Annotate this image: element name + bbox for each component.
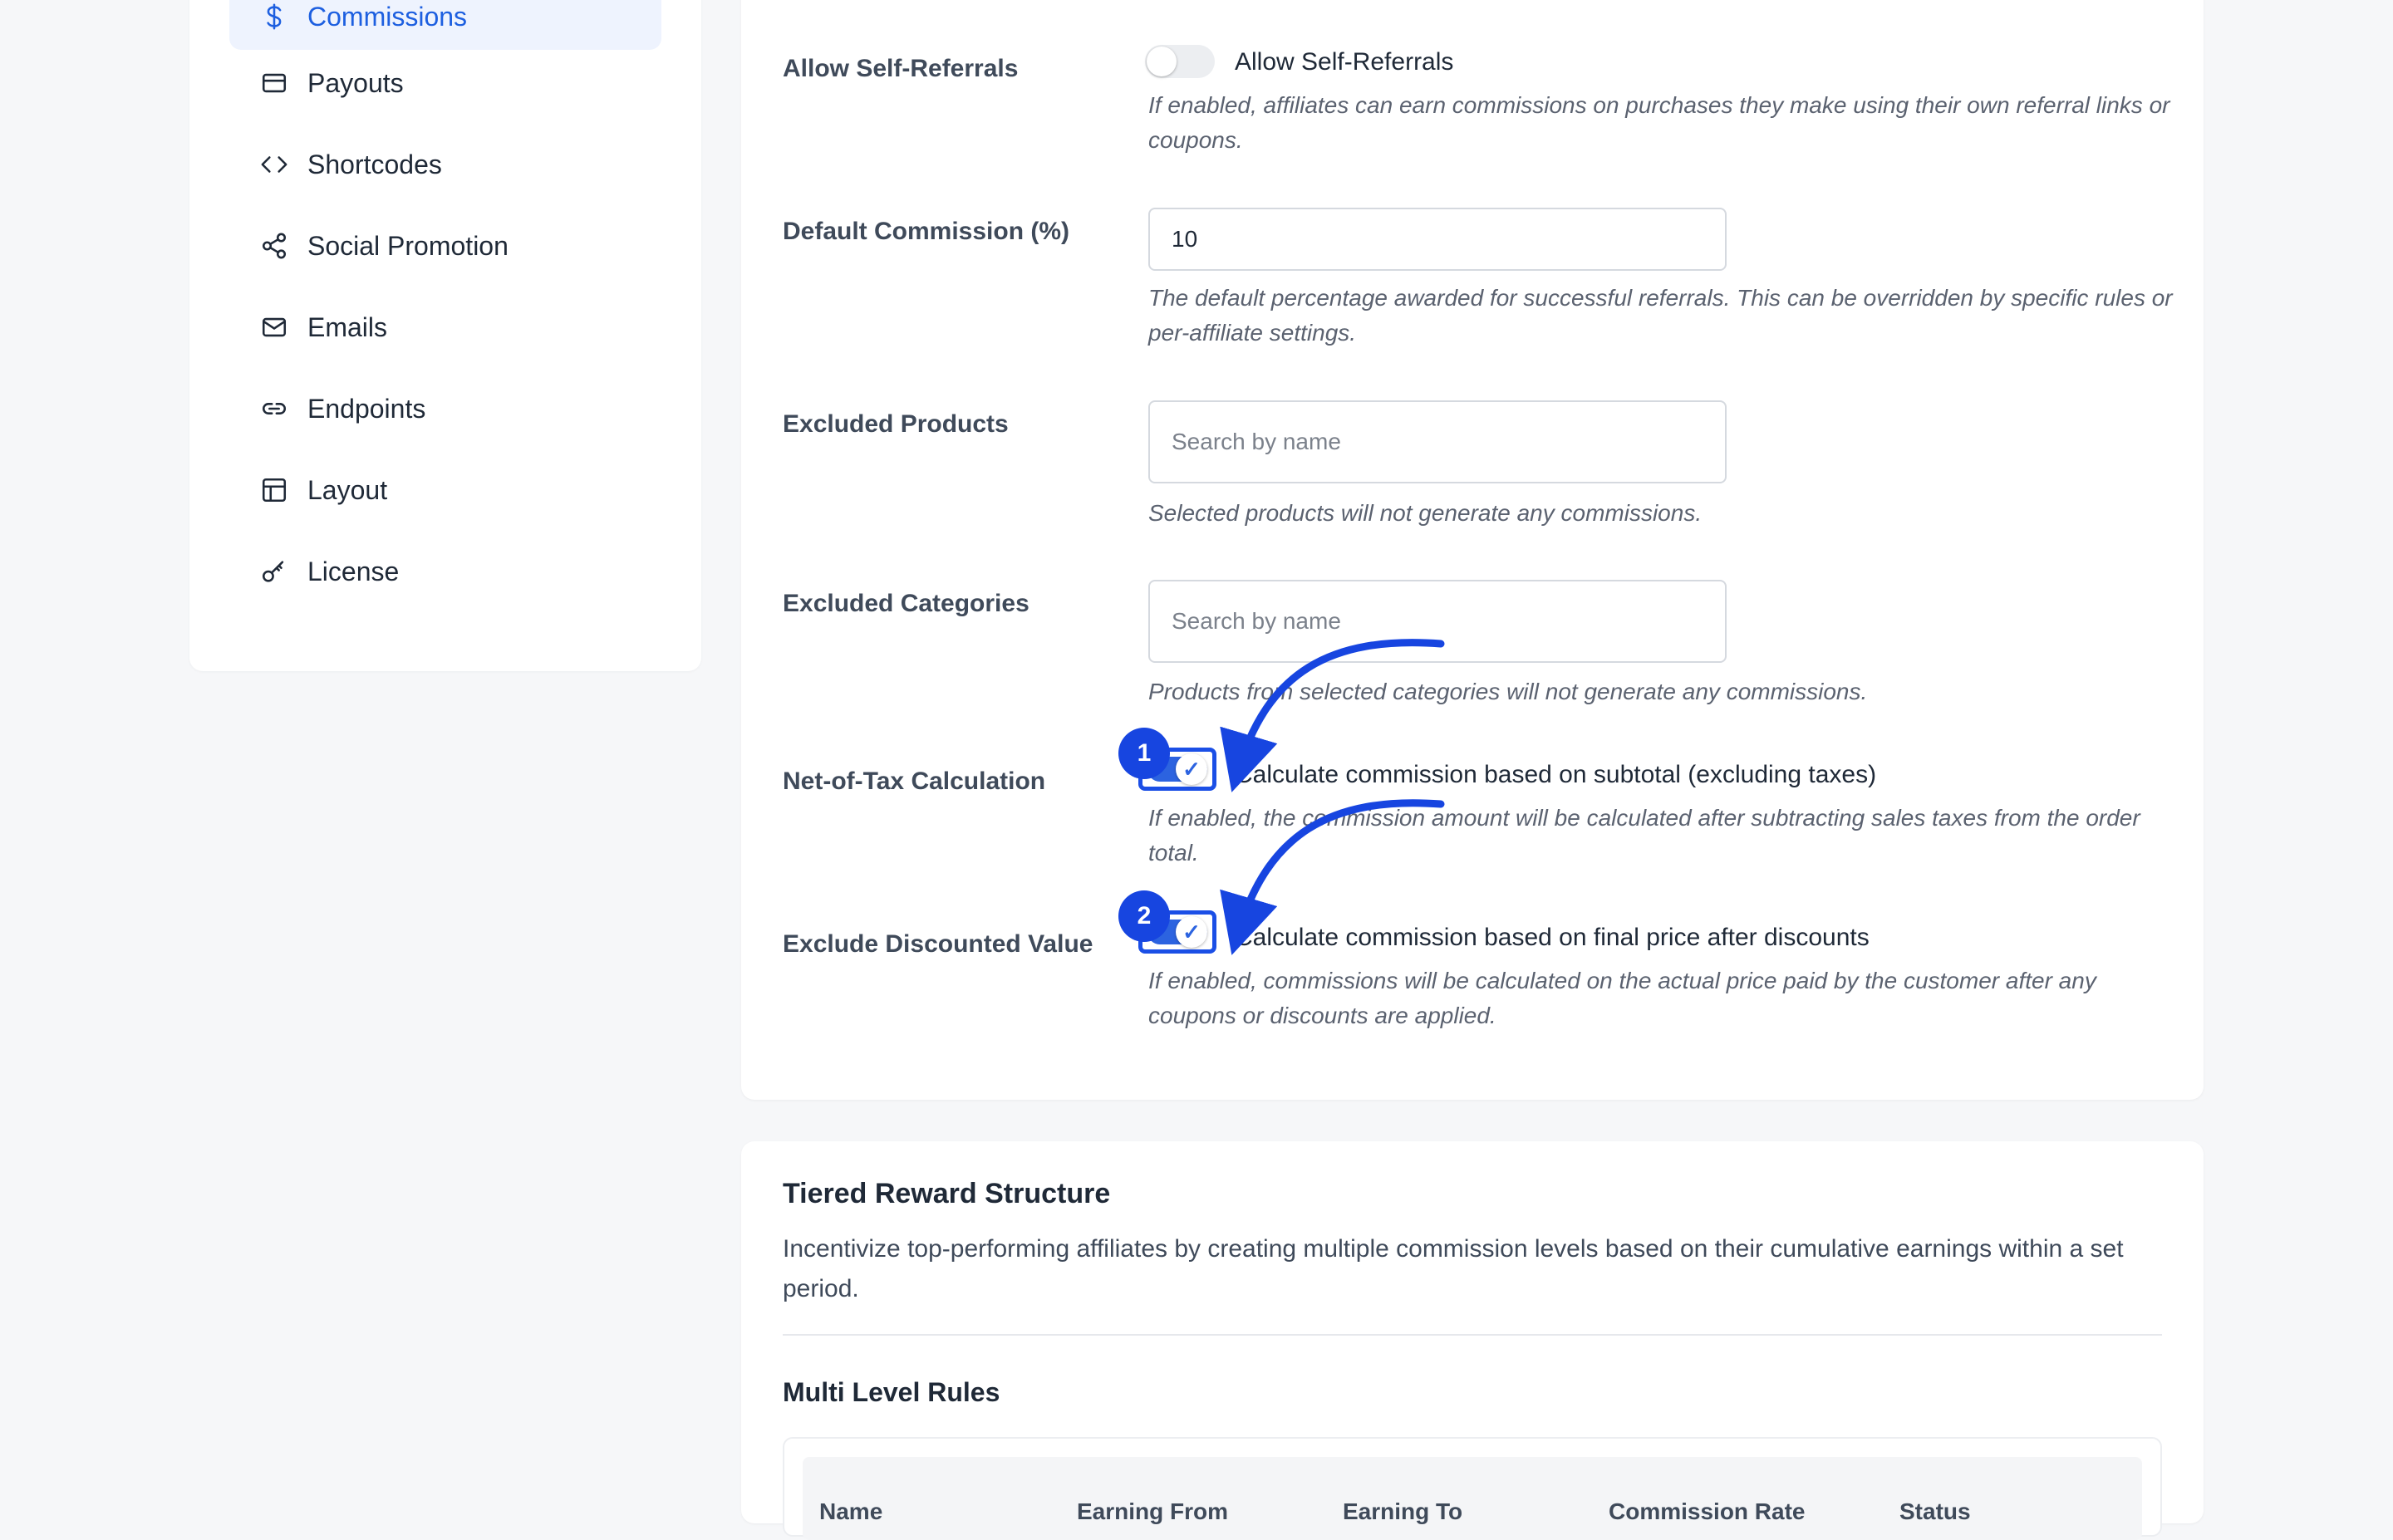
exclude-discounted-toggle-label: Calculate commission based on final pric… [1235, 924, 1870, 951]
self-referrals-description: If enabled, affiliates can earn commissi… [1148, 92, 2170, 153]
column-header-earning-from[interactable]: Earning From [1077, 1498, 1228, 1525]
layout-icon [259, 475, 289, 505]
net-of-tax-toggle-label: Calculate commission based on subtotal (… [1235, 761, 1877, 788]
code-icon [259, 150, 289, 179]
mail-icon [259, 312, 289, 342]
multi-level-rules-table: Name Earning From Earning To Commission … [783, 1437, 2162, 1540]
tiered-reward-description: Incentivize top-performing affiliates by… [783, 1235, 2124, 1302]
excluded-categories-search-input[interactable] [1148, 580, 1727, 663]
net-of-tax-label: Net-of-Tax Calculation [783, 768, 1046, 795]
excluded-products-label: Excluded Products [783, 410, 1009, 438]
column-header-name[interactable]: Name [819, 1498, 882, 1525]
default-commission-input[interactable] [1148, 208, 1727, 271]
link-icon [259, 394, 289, 424]
sidebar-item-emails[interactable]: Emails [229, 294, 661, 360]
tiered-reward-title: Tiered Reward Structure [783, 1178, 1111, 1209]
column-header-status[interactable]: Status [1899, 1498, 1971, 1525]
excluded-products-search-input[interactable] [1148, 400, 1727, 483]
multi-level-rules-title: Multi Level Rules [783, 1377, 1000, 1407]
excluded-categories-label: Excluded Categories [783, 590, 1029, 617]
column-header-earning-to[interactable]: Earning To [1343, 1498, 1462, 1525]
self-referrals-toggle-label: Allow Self-Referrals [1235, 48, 1454, 76]
net-of-tax-description: If enabled, the commission amount will b… [1148, 805, 2140, 866]
sidebar-item-payouts[interactable]: Payouts [229, 50, 661, 116]
sidebar-item-license[interactable]: License [229, 538, 661, 605]
table-header: Name Earning From Earning To Commission … [803, 1457, 2142, 1540]
sidebar-item-label: License [307, 556, 400, 586]
sidebar-item-label: Payouts [307, 67, 404, 98]
self-referrals-toggle[interactable] [1145, 45, 1215, 78]
sidebar-item-layout[interactable]: Layout [229, 457, 661, 523]
sidebar-item-endpoints[interactable]: Endpoints [229, 375, 661, 442]
sidebar-item-label: Endpoints [307, 393, 426, 424]
settings-sidebar: Commissions Payouts Shortcodes Social Pr… [189, 0, 701, 671]
excluded-products-description: Selected products will not generate any … [1148, 500, 1703, 526]
column-header-commission-rate[interactable]: Commission Rate [1609, 1498, 1806, 1525]
sidebar-item-commissions[interactable]: Commissions [229, 0, 661, 50]
dollar-icon [259, 2, 289, 32]
excluded-categories-description: Products from selected categories will n… [1148, 679, 1868, 704]
check-icon: ✓ [1176, 753, 1207, 785]
sidebar-item-label: Layout [307, 474, 388, 505]
sidebar-item-label: Commissions [307, 1, 468, 32]
step-badge-1: 1 [1118, 728, 1170, 779]
credit-card-icon [259, 68, 289, 98]
self-referrals-label: Allow Self-Referrals [783, 55, 1019, 82]
default-commission-label: Default Commission (%) [783, 218, 1070, 245]
sidebar-item-shortcodes[interactable]: Shortcodes [229, 131, 661, 198]
step-badge-2: 2 [1118, 890, 1170, 942]
default-commission-description: The default percentage awarded for succe… [1148, 285, 2173, 346]
toggle-knob [1147, 47, 1177, 76]
section-divider [783, 1334, 2162, 1336]
sidebar-item-social-promotion[interactable]: Social Promotion [229, 213, 661, 279]
key-icon [259, 557, 289, 586]
sidebar-item-label: Shortcodes [307, 149, 442, 179]
share-icon [259, 231, 289, 261]
sidebar-item-label: Social Promotion [307, 230, 509, 261]
sidebar-item-label: Emails [307, 311, 388, 342]
exclude-discounted-label: Exclude Discounted Value [783, 930, 1093, 958]
check-icon: ✓ [1176, 916, 1207, 948]
exclude-discounted-description: If enabled, commissions will be calculat… [1148, 968, 2096, 1028]
